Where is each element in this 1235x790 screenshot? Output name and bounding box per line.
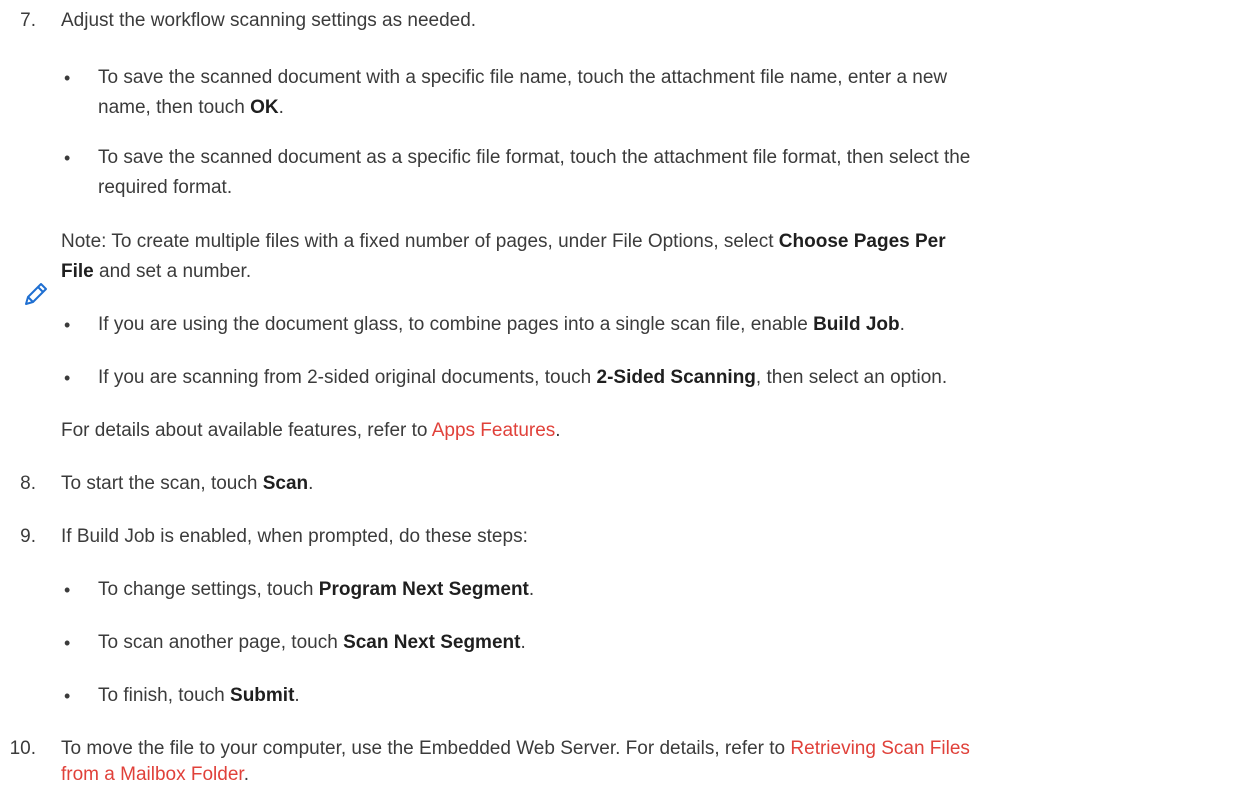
bullet-icon: • (64, 148, 71, 168)
bullet-icon: • (64, 580, 71, 600)
step-9-bullet-3: To finish, touch Submit. (98, 685, 300, 706)
retrieving-scan-files-link[interactable]: Retrieving Scan Files (790, 738, 970, 759)
step-7-bullet-4: If you are scanning from 2-sided origina… (98, 367, 948, 388)
step-9-bullet-1: To change settings, touch Program Next S… (98, 579, 535, 600)
bullet-icon: • (64, 686, 71, 706)
build-job-label: Build Job (813, 314, 900, 335)
choose-pages-per-file-label: Choose Pages Per (778, 231, 946, 252)
step-7-bullet-2-cont: required format. (98, 177, 233, 198)
program-next-segment-label: Program Next Segment (318, 579, 529, 600)
step-10-number: 10. (9, 738, 36, 759)
pencil-icon (25, 283, 47, 305)
retrieving-scan-files-link-cont[interactable]: from a Mailbox Folder (61, 764, 244, 785)
submit-label: Submit (230, 685, 295, 706)
step-7-bullet-2: To save the scanned document as a specif… (98, 147, 971, 168)
bullet-icon: • (64, 68, 71, 88)
step-9-bullet-2: To scan another page, touch Scan Next Se… (98, 632, 526, 653)
scan-label: Scan (262, 473, 309, 494)
bullet-icon: • (64, 315, 71, 335)
step-7-bullet-3: If you are using the document glass, to … (98, 314, 905, 335)
step-7-bullet-1-cont: name, then touch OK. (98, 97, 284, 118)
step-9-number: 9. (20, 526, 36, 547)
step-7-number: 7. (20, 10, 36, 31)
details-text: For details about available features, re… (61, 420, 561, 441)
ok-label: OK (250, 97, 279, 118)
bullet-icon: • (64, 633, 71, 653)
step-10-text-cont: from a Mailbox Folder. (61, 764, 249, 785)
two-sided-scanning-label: 2-Sided Scanning (596, 367, 756, 388)
step-8-number: 8. (20, 473, 36, 494)
step-7-bullet-1: To save the scanned document with a spec… (98, 67, 948, 88)
apps-features-link[interactable]: Apps Features (432, 420, 556, 441)
step-8-text: To start the scan, touch Scan. (61, 473, 314, 494)
scan-next-segment-label: Scan Next Segment (343, 632, 521, 653)
note-text: Note: To create multiple files with a fi… (61, 231, 946, 252)
step-7-text: Adjust the workflow scanning settings as… (61, 10, 477, 31)
bullet-icon: • (64, 368, 71, 388)
note-text-cont: File and set a number. (61, 261, 252, 282)
step-9-text: If Build Job is enabled, when prompted, … (61, 526, 528, 547)
step-10-text: To move the file to your computer, use t… (61, 738, 970, 759)
